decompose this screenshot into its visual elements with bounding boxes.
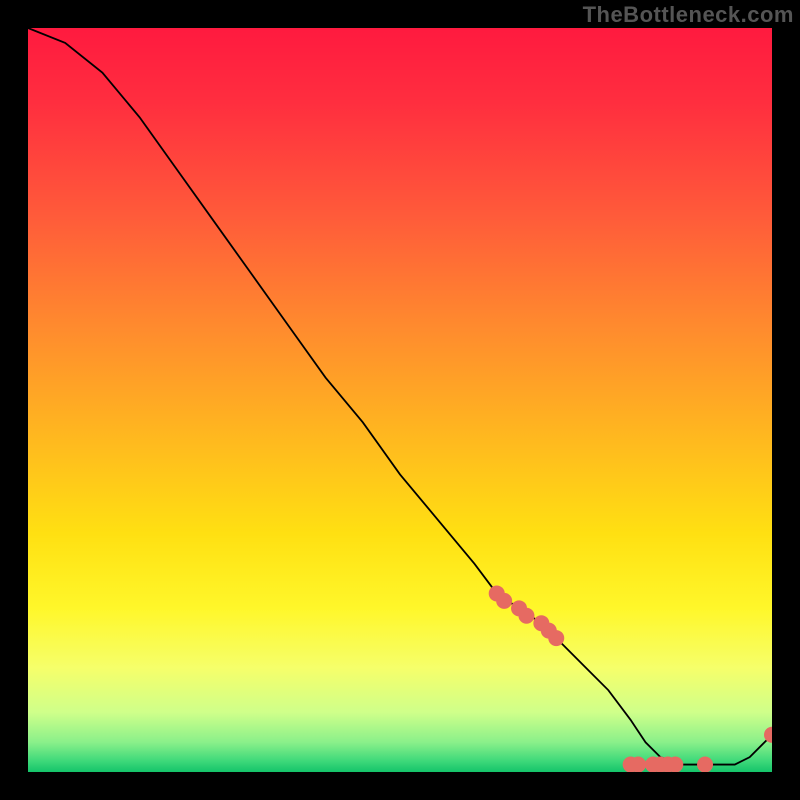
- chart-svg: [28, 28, 772, 772]
- watermark-text: TheBottleneck.com: [583, 2, 794, 28]
- data-marker: [630, 757, 646, 772]
- data-marker: [667, 757, 683, 772]
- data-marker: [697, 757, 713, 772]
- gradient-background: [28, 28, 772, 772]
- plot-area: [28, 28, 772, 772]
- data-marker: [496, 593, 512, 609]
- data-marker: [548, 630, 564, 646]
- chart-container: TheBottleneck.com: [0, 0, 800, 800]
- data-marker: [518, 608, 534, 624]
